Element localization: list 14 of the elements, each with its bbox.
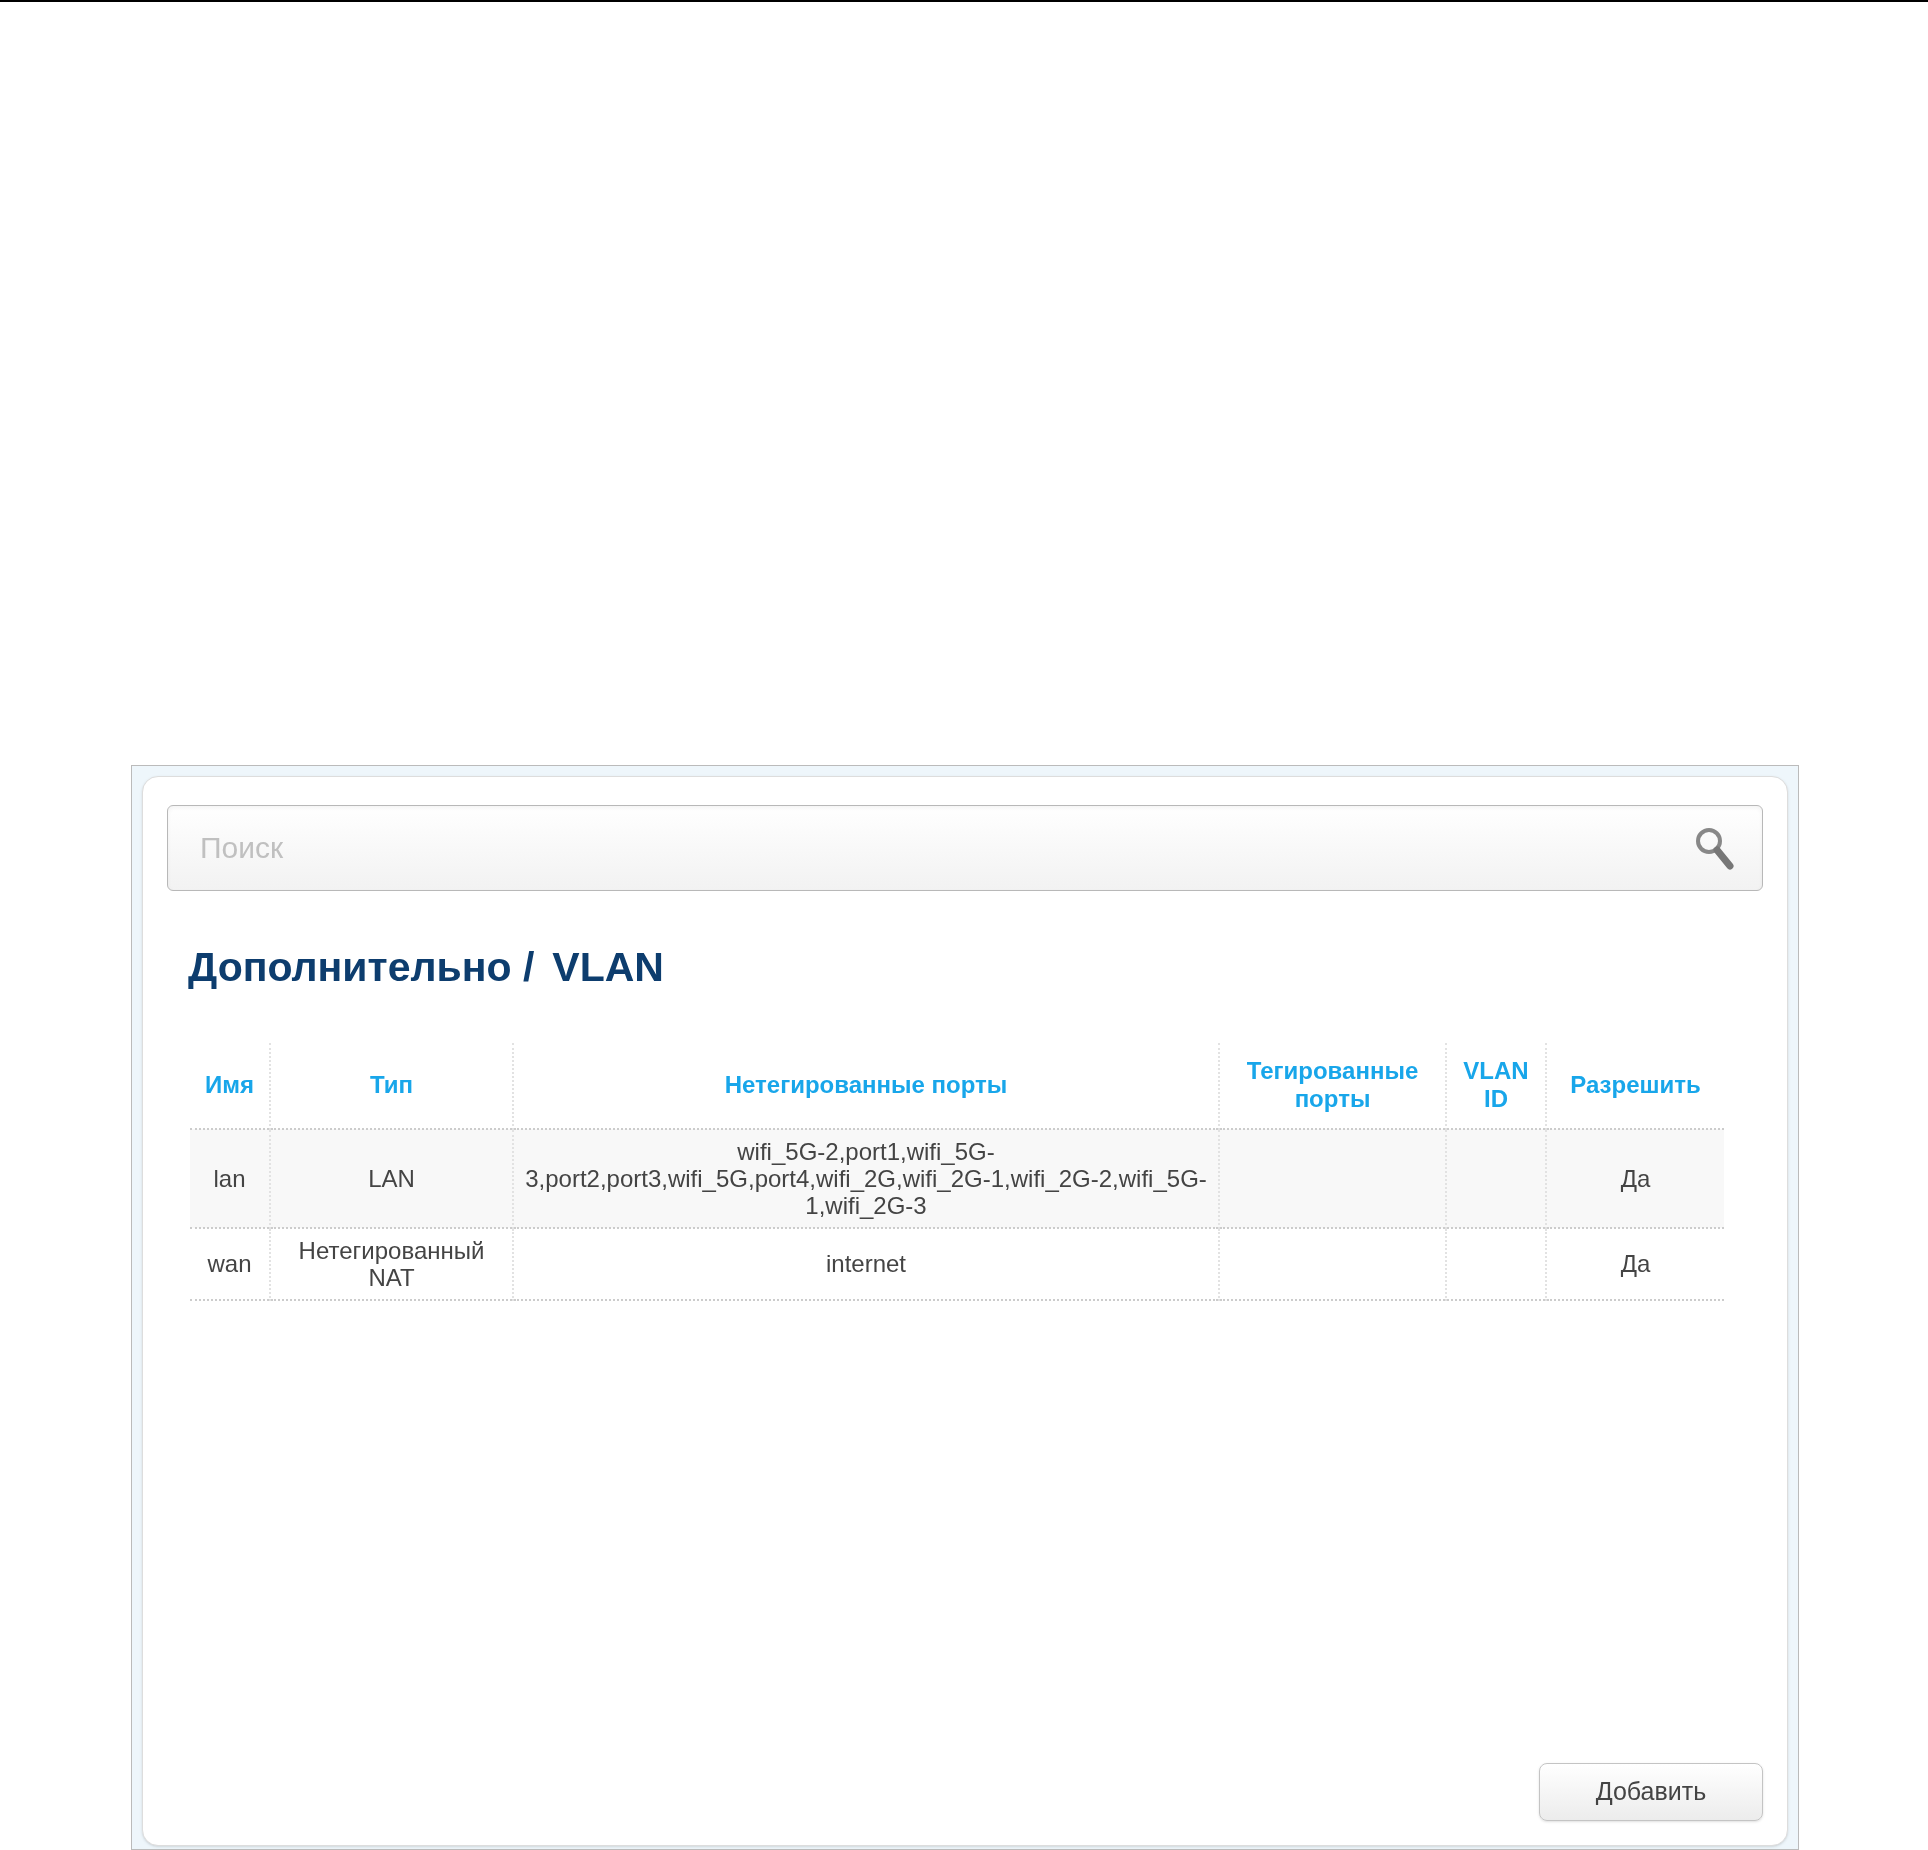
search-icon bbox=[1693, 825, 1735, 871]
section-title: Дополнительно / bbox=[188, 943, 535, 992]
search-field[interactable]: Поиск bbox=[167, 805, 1763, 891]
table-cell: Да bbox=[1620, 1164, 1651, 1192]
table-cell: Нетегированный NAT bbox=[298, 1236, 485, 1291]
add-button[interactable]: Добавить bbox=[1539, 1763, 1763, 1821]
column-header: Имя bbox=[190, 1042, 270, 1129]
table-cell: lan bbox=[213, 1164, 246, 1192]
table-cell: internet bbox=[825, 1250, 907, 1277]
table-cell: wifi_5G-2,port1,wifi_5G-3,port2,port3,wifi_5G,port4,wifi_2G,wifi_2G-1,wifi_2G-2,wifi_5G-1,wifi_2G-3 bbox=[525, 1137, 1207, 1219]
table-cell: wan bbox=[207, 1250, 252, 1277]
page-title: VLAN bbox=[552, 943, 664, 992]
table-cell: LAN bbox=[368, 1164, 415, 1192]
table-cell: Да bbox=[1620, 1250, 1651, 1277]
